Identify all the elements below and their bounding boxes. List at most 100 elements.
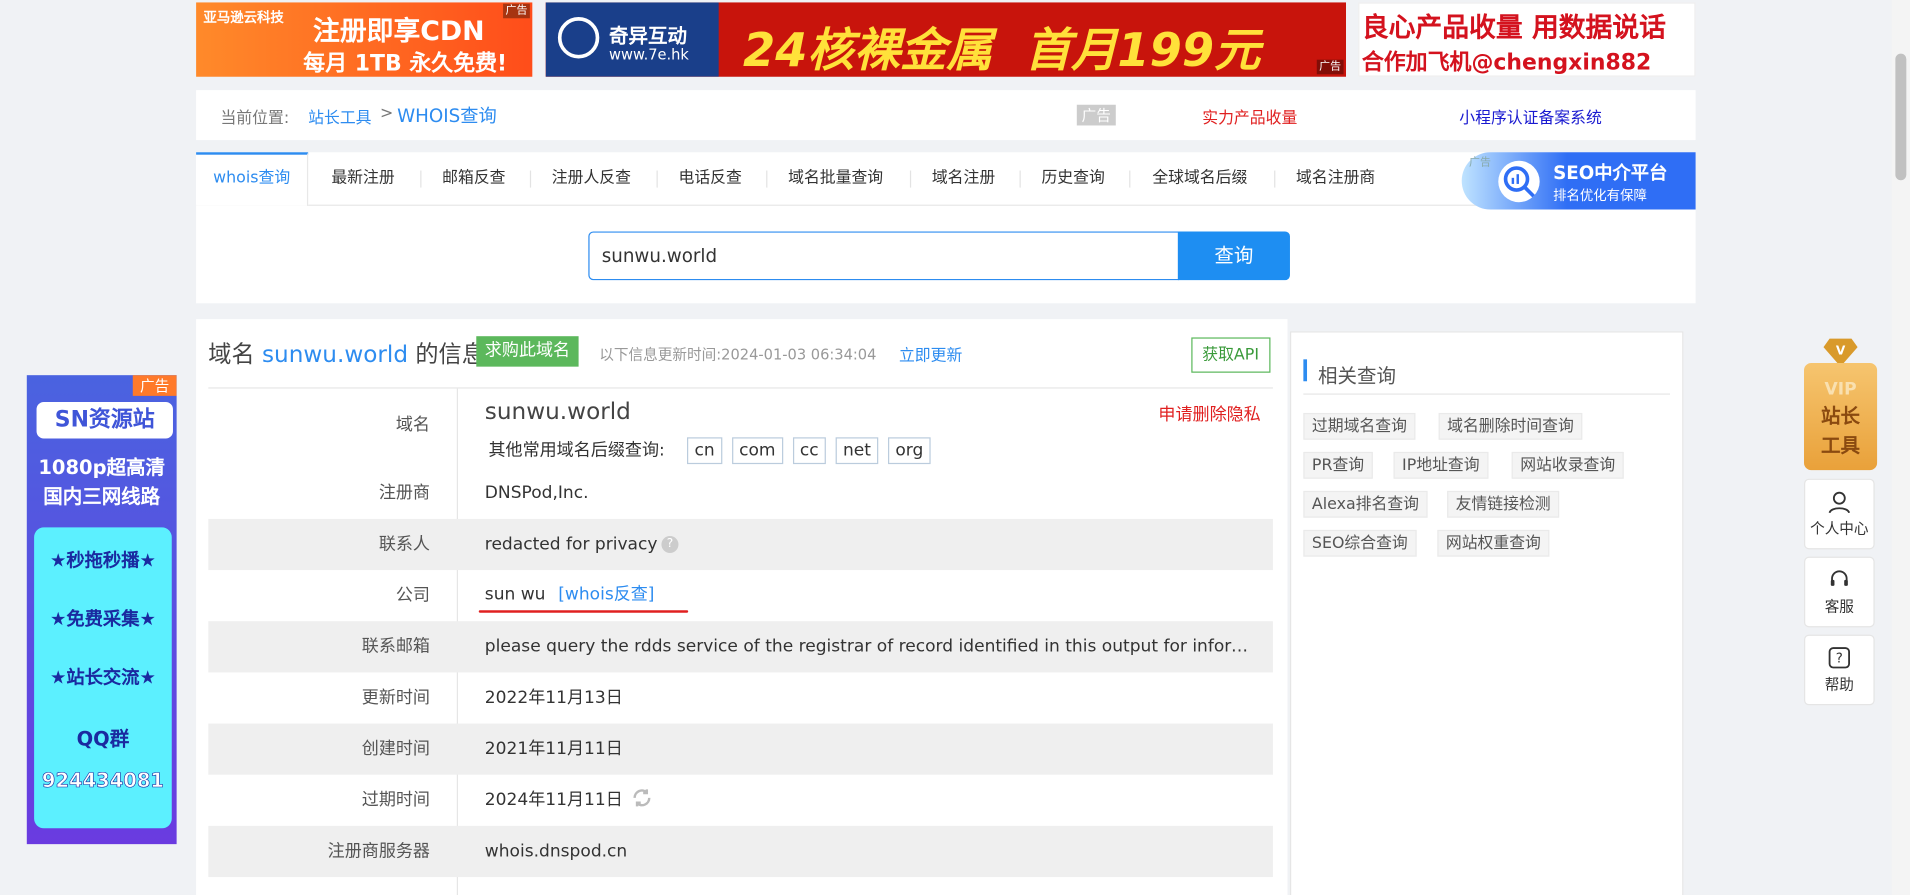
ad-link-product[interactable]: 实力产品收量: [1202, 105, 1297, 128]
left-ad-line: 1080p超高清: [38, 455, 166, 479]
buy-domain-button[interactable]: 求购此域名: [476, 336, 579, 367]
related-link[interactable]: Alexa排名查询: [1303, 490, 1428, 518]
info-title-domain: sunwu.world: [261, 341, 409, 368]
ad-brand: 奇异互动: [609, 24, 688, 48]
vip-text: VIP: [1824, 380, 1857, 400]
tab-divider: [420, 170, 422, 188]
table-row: 联系邮箱 please query the rdds service of th…: [208, 621, 1273, 673]
ad-label: 广告: [503, 3, 530, 19]
tab-divider: [656, 170, 658, 188]
ad-label: 广告: [1469, 157, 1491, 170]
row-value: redacted for privacy: [484, 534, 658, 555]
scrollbar-track[interactable]: [1891, 0, 1910, 895]
suffix-tag-net[interactable]: net: [835, 437, 879, 465]
suffix-tag-cc[interactable]: cc: [792, 437, 826, 465]
vip-text: 站长: [1821, 404, 1861, 428]
scrollbar-thumb[interactable]: [1895, 53, 1907, 181]
tab-phone-reverse[interactable]: 电话反查: [678, 152, 741, 206]
related-link[interactable]: 网站权重查询: [1437, 529, 1550, 557]
row-value-domain: sunwu.world: [484, 398, 631, 426]
left-ad-line: 国内三网线路: [43, 484, 161, 508]
related-link[interactable]: 友情链接检测: [1447, 490, 1560, 518]
related-divider: [1303, 393, 1671, 395]
breadcrumb-home-link[interactable]: 站长工具: [308, 105, 371, 128]
tab-global-suffix[interactable]: 全球域名后缀: [1152, 152, 1247, 206]
whois-reverse-link[interactable]: [whois反查]: [558, 585, 654, 604]
related-link[interactable]: PR查询: [1303, 451, 1373, 479]
update-time: 以下信息更新时间:2024-01-03 06:34:04: [599, 345, 877, 363]
suffix-tag-com[interactable]: com: [731, 437, 783, 465]
row-label: 过期时间: [361, 790, 430, 811]
tab-domain-register[interactable]: 域名注册: [932, 152, 995, 206]
ad-subline: 合作加飞机@chengxin882: [1361, 49, 1652, 76]
related-title: 相关查询: [1317, 364, 1396, 388]
search-button[interactable]: 查询: [1177, 231, 1290, 281]
ad-headline: 良心产品收量 用数据说话: [1361, 13, 1666, 44]
related-link[interactable]: 网站收录查询: [1511, 451, 1624, 479]
related-link[interactable]: SEO综合查询: [1303, 529, 1417, 557]
ad-link-miniprogram[interactable]: 小程序认证备案系统: [1459, 105, 1602, 128]
breadcrumb-separator: >: [380, 104, 394, 124]
vip-badge[interactable]: V VIP 站长 工具: [1804, 336, 1878, 471]
tab-divider: [529, 170, 532, 188]
get-api-button[interactable]: 获取API: [1191, 337, 1270, 373]
ad-banner-chengxin[interactable]: 良心产品收量 用数据说话 合作加飞机@chengxin882: [1358, 2, 1696, 77]
row-value: please query the rdds service of the reg…: [484, 637, 1261, 657]
tab-latest-registered[interactable]: 最新注册: [331, 152, 394, 206]
left-float-ad[interactable]: 广告 SN资源站 1080p超高清 国内三网线路 ★秒拖秒播★ ★免费采集★ ★…: [26, 375, 177, 845]
tab-history[interactable]: 历史查询: [1041, 152, 1104, 206]
tab-registrars[interactable]: 域名注册商: [1296, 152, 1375, 206]
info-title: 域名 sunwu.world 的信息: [208, 336, 485, 369]
row-label: 注册商服务器: [327, 841, 430, 862]
vip-text: 工具: [1821, 433, 1861, 457]
suffix-tag-org[interactable]: org: [888, 437, 931, 465]
ad-seo-platform[interactable]: 广告 SEO中介平台 排名优化有保障: [1461, 152, 1696, 210]
breadcrumb-bar: 当前位置: 站长工具 > WHOIS查询 广告 实力产品收量 小程序认证备案系统: [196, 90, 1696, 141]
search-panel: whois查询 最新注册 邮箱反查 注册人反查 电话反查 域名批量查询 域名注册…: [196, 152, 1696, 304]
related-panel: 相关查询 过期域名查询 域名删除时间查询 PR查询 IP地址查询 网站收录查询 …: [1289, 331, 1684, 895]
row-value: whois.dnspod.cn: [484, 841, 628, 862]
refresh-icon[interactable]: [631, 787, 653, 814]
ad-headline: SEO中介平台: [1553, 162, 1668, 184]
search-input[interactable]: sunwu.world: [588, 231, 1180, 281]
tab-whois[interactable]: whois查询: [213, 152, 290, 206]
suffix-tag-cn[interactable]: cn: [687, 437, 723, 465]
tab-divider: [1019, 170, 1021, 188]
left-ad-title: SN资源站: [36, 401, 173, 439]
help-icon: ?: [1828, 647, 1850, 669]
related-link[interactable]: IP地址查询: [1393, 451, 1489, 479]
refresh-link[interactable]: 立即更新: [899, 342, 962, 365]
help-button[interactable]: ? 帮助: [1804, 634, 1875, 706]
row-label: 联系人: [378, 534, 430, 555]
tab-divider: [1274, 170, 1276, 188]
tab-divider: [909, 170, 912, 188]
personal-center-button[interactable]: 个人中心: [1804, 478, 1875, 550]
help-icon[interactable]: ?: [661, 535, 679, 554]
ad-banner-cdn[interactable]: 亚马逊云科技 注册即享CDN 每月 1TB 永久免费! 广告: [196, 2, 533, 77]
left-ad-inner: ★秒拖秒播★ ★免费采集★ ★站长交流★ QQ群 924434081: [34, 527, 172, 829]
customer-service-button[interactable]: 客服: [1804, 556, 1875, 628]
info-title-suffix: 的信息: [415, 341, 485, 368]
ad-subline: 排名优化有保障: [1553, 187, 1647, 204]
help-label: 帮助: [1824, 676, 1854, 694]
ad-label: 广告: [1316, 59, 1344, 75]
ad-label: 广告: [132, 375, 177, 396]
related-link[interactable]: 过期域名查询: [1303, 412, 1416, 440]
tab-divider: [766, 170, 768, 188]
tab-email-reverse[interactable]: 邮箱反查: [442, 152, 505, 206]
search-input-value: sunwu.world: [601, 244, 718, 267]
delete-privacy-link[interactable]: 申请删除隐私: [1158, 402, 1260, 426]
left-ad-line: ★免费采集★: [49, 607, 156, 630]
tab-divider: [1129, 170, 1131, 188]
ad-logo-icon: [557, 17, 600, 59]
row-value: 2021年11月11日: [484, 739, 623, 759]
tab-registrant-reverse[interactable]: 注册人反查: [552, 152, 631, 206]
tab-batch-query[interactable]: 域名批量查询: [788, 152, 883, 206]
breadcrumb-prefix: 当前位置:: [220, 109, 290, 128]
row-value: 2024年11月11日: [484, 790, 623, 811]
vip-card: VIP 站长 工具: [1804, 362, 1878, 471]
ad-banner-7e[interactable]: 奇异互动 www.7e.hk 24核裸金属 首月199元 广告: [545, 2, 1347, 77]
ad-headline: 注册即享CDN: [313, 17, 485, 48]
related-link[interactable]: 域名删除时间查询: [1438, 412, 1583, 440]
table-row: 创建时间 2021年11月11日: [208, 723, 1273, 775]
